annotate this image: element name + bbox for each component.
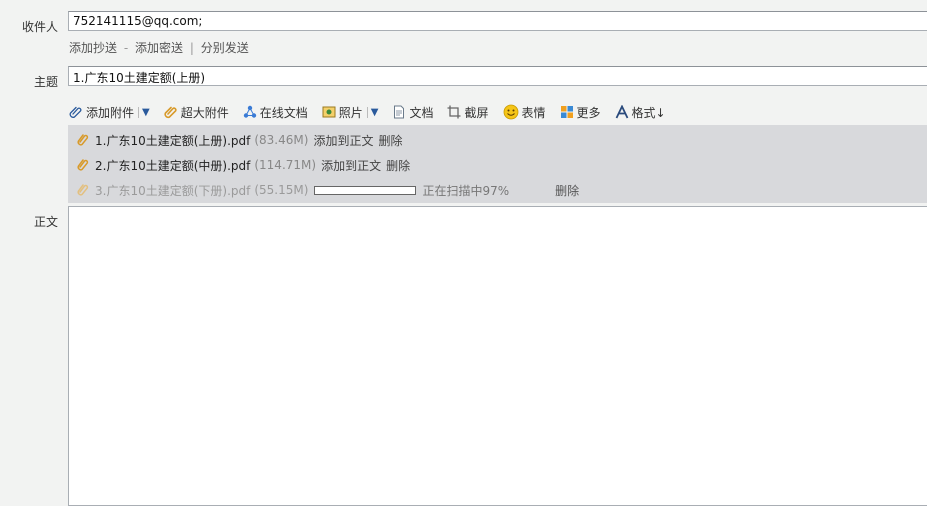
delete-attachment-link[interactable]: 删除 <box>555 182 579 199</box>
smiley-icon <box>503 104 518 120</box>
attachment-name: 2.广东10土建定额(中册).pdf <box>95 158 251 173</box>
paperclip-icon <box>77 159 89 171</box>
paperclip-icon <box>77 184 89 196</box>
add-attachment-label: 添加附件 <box>86 105 135 120</box>
add-to-body-link[interactable]: 添加到正文 <box>321 157 381 174</box>
paperclip-icon <box>69 106 82 118</box>
screenshot-button[interactable]: 截屏 <box>447 104 489 121</box>
chevron-down-icon[interactable]: ▼ <box>366 106 378 118</box>
attachment-item: 1.广东10土建定额(上册).pdf (83.46M) 添加到正文 删除 <box>77 131 402 149</box>
large-attachment-button[interactable]: 超大附件 <box>164 104 229 121</box>
paperclip-icon <box>77 134 89 146</box>
add-to-body-link[interactable]: 添加到正文 <box>313 132 373 149</box>
emoji-label: 表情 <box>521 105 546 120</box>
separate-send-link[interactable]: 分别发送 <box>201 41 249 55</box>
chevron-down-icon[interactable]: ▼ <box>138 106 150 118</box>
recipients-label: 收件人 <box>21 20 58 34</box>
screenshot-label: 截屏 <box>464 105 489 120</box>
more-label: 更多 <box>576 105 601 120</box>
format-label: 格式↓ <box>631 105 666 120</box>
screenshot-icon <box>447 105 461 119</box>
add-attachment-button[interactable]: 添加附件 ▼ <box>69 104 150 121</box>
photo-button[interactable]: 照片 ▼ <box>322 104 378 121</box>
document-icon <box>394 105 405 119</box>
attachment-list: 1.广东10土建定额(上册).pdf (83.46M) 添加到正文 删除 2.广… <box>68 125 927 203</box>
body-editor[interactable] <box>68 206 927 506</box>
link-separator: - <box>123 41 129 55</box>
font-a-icon <box>615 105 628 119</box>
grid-icon <box>560 106 573 118</box>
document-label: 文档 <box>409 105 434 120</box>
recipients-input[interactable]: 752141115@qq.com; <box>68 11 927 31</box>
attachment-size: (83.46M) <box>254 133 309 147</box>
scan-status: 正在扫描中97% <box>422 183 510 198</box>
link-separator: | <box>189 41 194 55</box>
scan-progress-fill <box>315 186 413 194</box>
scan-progress-bar <box>314 185 417 195</box>
paperclip-icon <box>164 106 177 119</box>
share-network-icon <box>243 105 256 118</box>
document-button[interactable]: 文档 <box>392 104 433 121</box>
emoji-button[interactable]: 表情 <box>503 104 546 121</box>
delete-attachment-link[interactable]: 删除 <box>386 157 410 174</box>
add-bcc-link[interactable]: 添加密送 <box>135 41 183 55</box>
format-button[interactable]: 格式↓ <box>615 104 666 121</box>
attachment-name: 1.广东10土建定额(上册).pdf <box>95 133 251 148</box>
photo-label: 照片 <box>338 105 363 120</box>
recipient-links: 添加抄送 - 添加密送 | 分别发送 <box>69 39 249 56</box>
more-button[interactable]: 更多 <box>560 104 601 121</box>
online-doc-button[interactable]: 在线文档 <box>243 104 308 121</box>
body-label: 正文 <box>33 215 58 229</box>
attachment-name: 3.广东10土建定额(下册).pdf <box>95 183 251 198</box>
attachment-item-uploading: 3.广东10土建定额(下册).pdf (55.15M) 正在扫描中97% 删除 <box>77 181 579 199</box>
attachment-size: (114.71M) <box>254 158 317 172</box>
photo-icon <box>322 106 336 118</box>
compose-toolbar: 添加附件 ▼ 超大附件 在线文档 照片 ▼ 文档 截屏 表情 更多 格式↓ <box>69 103 680 121</box>
subject-input[interactable]: 1.广东10土建定额(上册) <box>68 66 927 86</box>
attachment-item: 2.广东10土建定额(中册).pdf (114.71M) 添加到正文 删除 <box>77 156 410 174</box>
online-doc-label: 在线文档 <box>259 105 308 120</box>
delete-attachment-link[interactable]: 删除 <box>378 132 402 149</box>
large-attachment-label: 超大附件 <box>180 105 229 120</box>
add-cc-link[interactable]: 添加抄送 <box>69 41 117 55</box>
subject-label: 主题 <box>33 75 58 89</box>
attachment-size: (55.15M) <box>254 183 309 197</box>
